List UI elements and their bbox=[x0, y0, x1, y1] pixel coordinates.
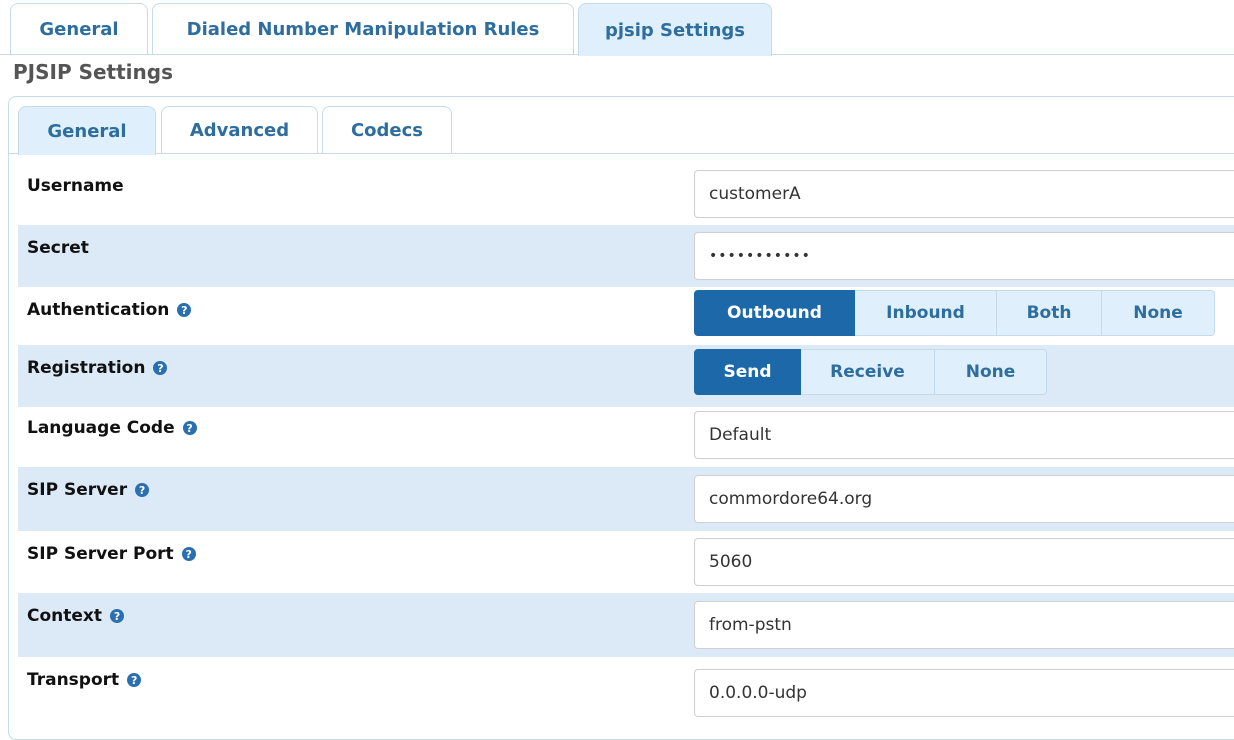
context-label: Context ? bbox=[27, 606, 125, 626]
language-code-label: Language Code ? bbox=[27, 418, 197, 438]
sub-tab-bar: General Advanced Codecs bbox=[8, 106, 1234, 155]
subtab-advanced[interactable]: Advanced bbox=[161, 106, 318, 154]
registration-label: Registration ? bbox=[27, 358, 168, 378]
secret-label-text: Secret bbox=[27, 238, 89, 258]
authentication-label: Authentication ? bbox=[27, 300, 192, 320]
context-input[interactable]: from-pstn bbox=[694, 601, 1234, 649]
language-code-label-text: Language Code bbox=[27, 418, 175, 438]
row-secret: Secret ••••••••••• bbox=[18, 225, 1234, 287]
help-icon[interactable]: ? bbox=[182, 421, 197, 435]
subtab-codecs[interactable]: Codecs bbox=[322, 106, 452, 154]
section-title: PJSIP Settings bbox=[13, 60, 173, 84]
help-icon[interactable]: ? bbox=[181, 547, 196, 561]
sip-server-port-label: SIP Server Port ? bbox=[27, 544, 196, 564]
language-code-select[interactable]: Default bbox=[694, 411, 1234, 459]
secret-input[interactable]: ••••••••••• bbox=[694, 232, 1234, 280]
registration-option-receive[interactable]: Receive bbox=[801, 349, 935, 395]
tab-pjsip-settings[interactable]: pjsip Settings bbox=[578, 3, 772, 56]
authentication-option-both[interactable]: Both bbox=[997, 290, 1102, 336]
help-icon[interactable]: ? bbox=[110, 609, 125, 623]
authentication-toggle-group: Outbound Inbound Both None bbox=[694, 290, 1215, 336]
tab-general[interactable]: General bbox=[10, 3, 148, 55]
row-username: Username customerA bbox=[18, 163, 1234, 225]
registration-toggle-group: Send Receive None bbox=[694, 349, 1047, 395]
sip-server-port-label-text: SIP Server Port bbox=[27, 544, 174, 564]
transport-label-text: Transport bbox=[27, 670, 120, 690]
sip-server-port-input[interactable]: 5060 bbox=[694, 538, 1234, 586]
row-registration: Registration ? Send Receive None bbox=[18, 345, 1234, 407]
registration-option-send[interactable]: Send bbox=[694, 349, 801, 395]
username-input[interactable]: customerA bbox=[694, 170, 1234, 218]
authentication-label-text: Authentication bbox=[27, 300, 170, 320]
row-authentication: Authentication ? Outbound Inbound Both N… bbox=[18, 287, 1234, 349]
help-icon[interactable]: ? bbox=[135, 483, 150, 497]
subtab-general[interactable]: General bbox=[18, 106, 156, 155]
subtab-divider bbox=[8, 153, 1234, 154]
help-icon[interactable]: ? bbox=[127, 673, 142, 687]
row-transport: Transport ? 0.0.0.0-udp bbox=[18, 657, 1234, 719]
authentication-option-inbound[interactable]: Inbound bbox=[855, 290, 997, 336]
transport-label: Transport ? bbox=[27, 670, 142, 690]
authentication-option-none[interactable]: None bbox=[1102, 290, 1215, 336]
row-language-code: Language Code ? Default bbox=[18, 405, 1234, 467]
top-tab-bar: General Dialed Number Manipulation Rules… bbox=[0, 0, 1234, 56]
row-sip-server-port: SIP Server Port ? 5060 bbox=[18, 531, 1234, 593]
username-label-text: Username bbox=[27, 176, 124, 196]
registration-label-text: Registration bbox=[27, 358, 146, 378]
authentication-option-outbound[interactable]: Outbound bbox=[694, 290, 855, 336]
help-icon[interactable]: ? bbox=[153, 361, 168, 375]
help-icon[interactable]: ? bbox=[177, 303, 192, 317]
tab-dialed-number-manipulation-rules[interactable]: Dialed Number Manipulation Rules bbox=[152, 3, 574, 55]
row-context: Context ? from-pstn bbox=[18, 593, 1234, 657]
secret-label: Secret bbox=[27, 238, 89, 258]
registration-option-none[interactable]: None bbox=[935, 349, 1047, 395]
username-label: Username bbox=[27, 176, 124, 196]
sip-server-input[interactable]: commordore64.org bbox=[694, 475, 1234, 523]
sip-server-label-text: SIP Server bbox=[27, 480, 128, 500]
row-sip-server: SIP Server ? commordore64.org bbox=[18, 467, 1234, 531]
sip-server-label: SIP Server ? bbox=[27, 480, 150, 500]
context-label-text: Context bbox=[27, 606, 103, 626]
transport-select[interactable]: 0.0.0.0-udp bbox=[694, 669, 1234, 717]
